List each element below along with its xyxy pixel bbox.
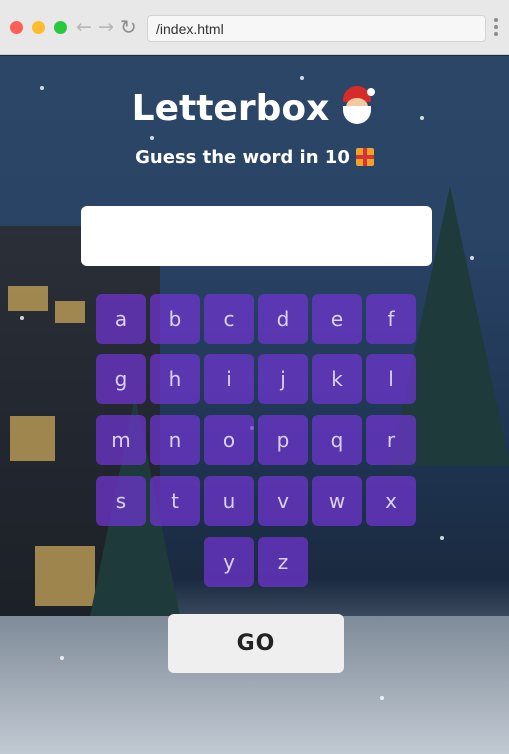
minimize-window-button[interactable] (32, 21, 45, 34)
key-t[interactable]: t (150, 476, 200, 526)
key-f[interactable]: f (366, 294, 416, 344)
key-w[interactable]: w (312, 476, 362, 526)
key-h[interactable]: h (150, 354, 200, 404)
key-x[interactable]: x (366, 476, 416, 526)
browser-toolbar: ← → ↻ /index.html (0, 0, 509, 55)
key-c[interactable]: c (204, 294, 254, 344)
key-z[interactable]: z (258, 537, 308, 587)
key-s[interactable]: s (96, 476, 146, 526)
gift-icon (355, 148, 374, 166)
key-a[interactable]: a (96, 294, 146, 344)
key-i[interactable]: i (204, 354, 254, 404)
key-l[interactable]: l (366, 354, 416, 404)
key-u[interactable]: u (204, 476, 254, 526)
key-e[interactable]: e (312, 294, 362, 344)
key-y[interactable]: y (204, 537, 254, 587)
key-m[interactable]: m (96, 415, 146, 465)
address-bar[interactable]: /index.html (147, 15, 486, 42)
address-bar-url: /index.html (156, 21, 224, 37)
key-d[interactable]: d (258, 294, 308, 344)
go-button[interactable]: GO (168, 614, 344, 673)
key-p[interactable]: p (258, 415, 308, 465)
reload-icon[interactable]: ↻ (120, 16, 137, 38)
app-subtitle-text: Guess the word in 10 (135, 147, 350, 168)
app-title-text: Letterbox (131, 88, 330, 129)
app-subtitle: Guess the word in 10 (0, 147, 509, 168)
app-title: Letterbox (0, 86, 509, 129)
key-k[interactable]: k (312, 354, 362, 404)
key-o[interactable]: o (204, 415, 254, 465)
guess-input[interactable] (81, 206, 432, 266)
key-r[interactable]: r (366, 415, 416, 465)
key-b[interactable]: b (150, 294, 200, 344)
key-j[interactable]: j (258, 354, 308, 404)
santa-face-icon (337, 86, 377, 126)
browser-menu-icon[interactable] (494, 18, 498, 38)
back-arrow-icon[interactable]: ← (76, 16, 92, 38)
key-q[interactable]: q (312, 415, 362, 465)
close-window-button[interactable] (10, 21, 23, 34)
key-g[interactable]: g (96, 354, 146, 404)
forward-arrow-icon[interactable]: → (98, 16, 114, 38)
maximize-window-button[interactable] (54, 21, 67, 34)
key-v[interactable]: v (258, 476, 308, 526)
key-n[interactable]: n (150, 415, 200, 465)
